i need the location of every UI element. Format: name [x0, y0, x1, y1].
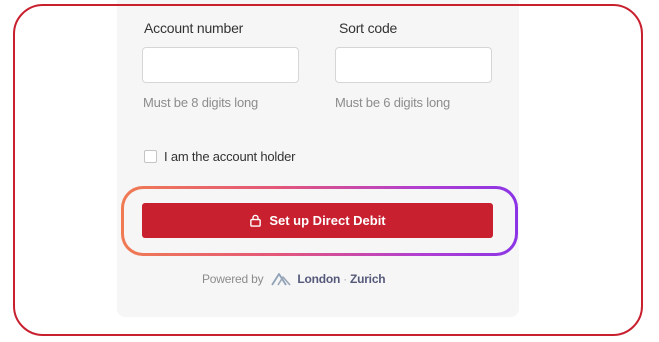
sort-code-input[interactable]	[335, 47, 492, 83]
sort-code-label: Sort code	[339, 20, 398, 36]
set-up-direct-debit-label: Set up Direct Debit	[269, 213, 386, 228]
account-holder-checkbox-row[interactable]: I am the account holder	[144, 149, 295, 164]
account-holder-checkbox[interactable]	[144, 150, 157, 163]
account-number-label: Account number	[144, 20, 244, 36]
screenshot-stage: Account number Must be 8 digits long Sor…	[0, 0, 659, 342]
powered-by-footer: Powered by London · Zurich	[202, 272, 386, 286]
brand-zurich-text: Zurich	[349, 272, 386, 286]
sort-code-hint: Must be 6 digits long	[335, 95, 451, 110]
account-number-hint: Must be 8 digits long	[143, 95, 259, 110]
account-number-input[interactable]	[142, 47, 299, 83]
powered-by-text: Powered by	[202, 272, 264, 286]
london-zurich-logo-icon	[271, 273, 291, 286]
lock-icon	[250, 214, 262, 227]
brand-lockup: London · Zurich	[271, 272, 386, 286]
set-up-direct-debit-button[interactable]: Set up Direct Debit	[142, 203, 493, 238]
brand-separator: ·	[343, 272, 347, 286]
brand-london-text: London	[297, 272, 341, 286]
account-holder-label: I am the account holder	[164, 149, 296, 164]
